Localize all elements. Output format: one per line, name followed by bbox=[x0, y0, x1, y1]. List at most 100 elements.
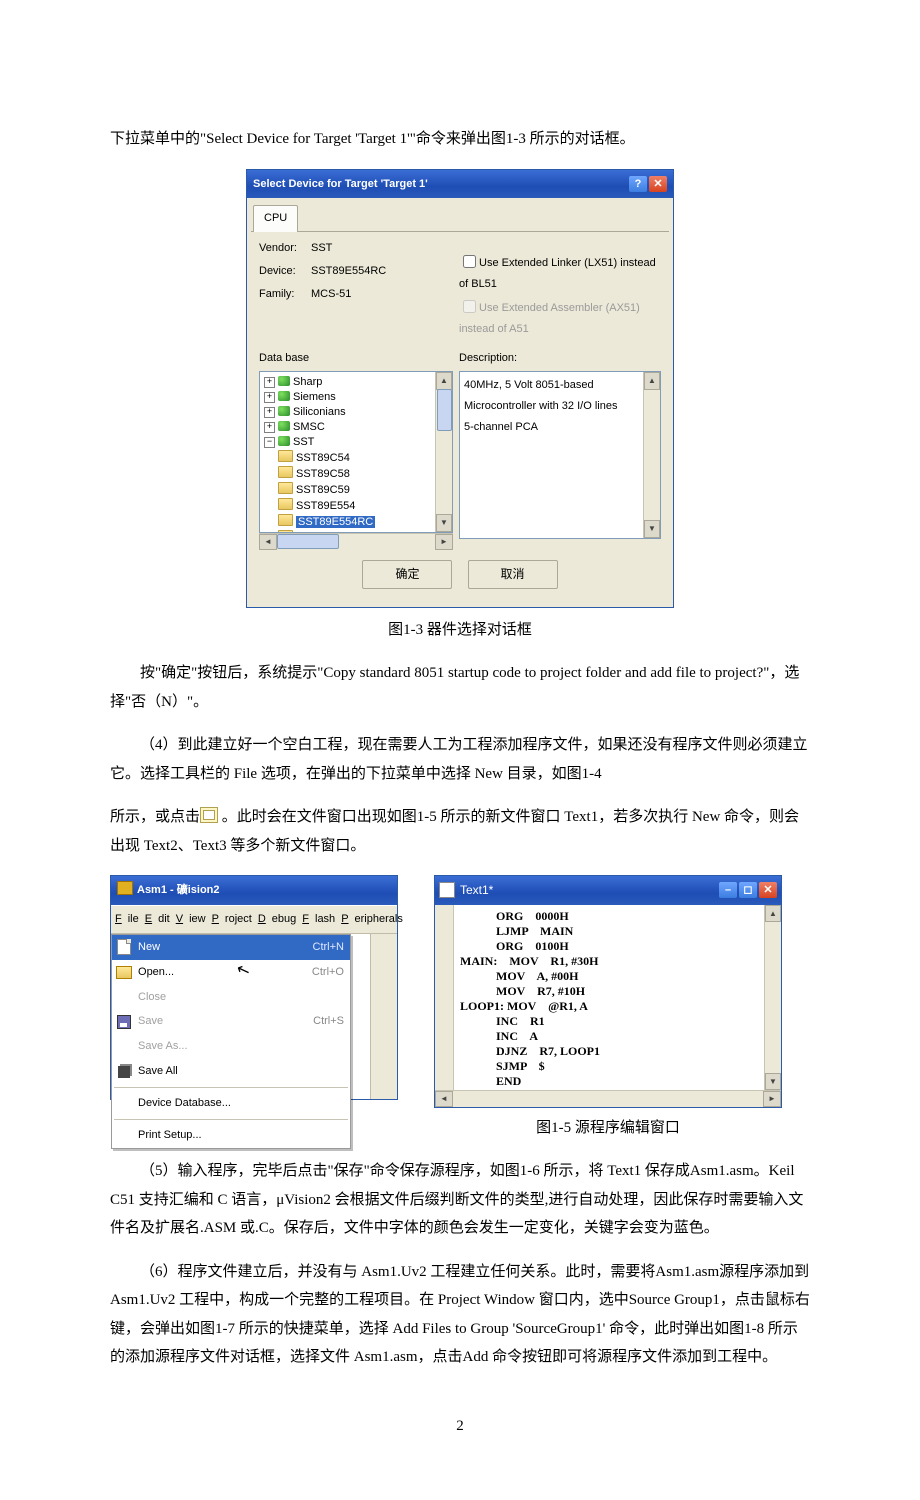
editor-title: Text1* bbox=[460, 879, 493, 902]
chip-icon bbox=[278, 406, 290, 416]
close-button[interactable]: ✕ bbox=[759, 882, 777, 898]
extended-assembler-checkbox: Use Extended Assembler (AX51) instead of… bbox=[459, 297, 661, 340]
menu-bar[interactable]: FileEditViewProjectDebugFlashPeripherals bbox=[111, 905, 397, 934]
cancel-button[interactable]: 取消 bbox=[468, 560, 558, 589]
tree-vertical-scrollbar[interactable]: ▲ ▼ bbox=[435, 372, 452, 532]
page-number: 2 bbox=[110, 1412, 810, 1441]
tree-device[interactable]: SST89E554 bbox=[278, 498, 433, 513]
tab-cpu[interactable]: CPU bbox=[253, 205, 298, 232]
disk-icon bbox=[117, 1015, 131, 1029]
tree-device[interactable]: SST89E554RC bbox=[278, 514, 433, 529]
help-button[interactable]: ? bbox=[629, 176, 647, 192]
close-button[interactable]: ✕ bbox=[649, 176, 667, 192]
menu-item-open[interactable]: Open...Ctrl+O bbox=[112, 960, 350, 985]
scroll-down-icon[interactable]: ▼ bbox=[644, 520, 660, 538]
scroll-down-icon[interactable]: ▼ bbox=[436, 514, 452, 532]
editor-vertical-scrollbar[interactable]: ▲ ▼ bbox=[764, 905, 781, 1090]
description-scrollbar[interactable]: ▲ ▼ bbox=[643, 372, 660, 538]
paragraph-4b: 所示，或点击 。此时会在文件窗口出现如图1-5 所示的新文件窗口 Text1，若… bbox=[110, 803, 810, 860]
minimize-button[interactable]: – bbox=[719, 882, 737, 898]
menu-item-devicedatabase[interactable]: Device Database... bbox=[112, 1091, 350, 1116]
open-icon bbox=[116, 966, 132, 979]
menu-item-printsetup[interactable]: Print Setup... bbox=[112, 1123, 350, 1148]
tree-vendor[interactable]: +Sharp bbox=[264, 375, 433, 389]
menu-item-close: Close bbox=[112, 985, 350, 1010]
multi-icon bbox=[118, 1066, 130, 1078]
menu-item-new[interactable]: NewCtrl+N bbox=[112, 935, 350, 960]
folder-icon bbox=[278, 514, 293, 526]
menu-separator bbox=[114, 1119, 348, 1120]
description-text: 40MHz, 5 Volt 8051-based Microcontroller… bbox=[464, 379, 617, 433]
hscroll-thumb[interactable] bbox=[277, 534, 339, 549]
chip-icon bbox=[278, 391, 290, 401]
scroll-left-icon[interactable]: ◄ bbox=[259, 534, 277, 550]
chip-icon bbox=[278, 436, 290, 446]
figure-1-5: Text1* – ◻ ✕ ORG 0000H LJMP MAIN ORG 010… bbox=[434, 875, 782, 1108]
figure-1-3: Select Device for Target 'Target 1' ? ✕ … bbox=[246, 169, 674, 608]
editor-horizontal-scrollbar[interactable]: ◄ ► bbox=[435, 1090, 781, 1107]
ok-button[interactable]: 确定 bbox=[362, 560, 452, 589]
chip-icon bbox=[278, 421, 290, 431]
dialog-titlebar: Select Device for Target 'Target 1' ? ✕ bbox=[247, 170, 673, 199]
tree-vendor-expanded[interactable]: −SSTSST89C54SST89C58SST89C59SST89E554SST… bbox=[264, 435, 433, 532]
tree-device[interactable]: SST89C59 bbox=[278, 482, 433, 497]
menu-view[interactable]: View bbox=[176, 913, 206, 925]
scroll-thumb[interactable] bbox=[437, 389, 452, 431]
tree-vendor[interactable]: +Siemens bbox=[264, 390, 433, 404]
scroll-right-icon[interactable]: ► bbox=[435, 534, 453, 550]
tree-vendor[interactable]: +Siliconians bbox=[264, 405, 433, 419]
scroll-up-icon[interactable]: ▲ bbox=[765, 905, 781, 922]
paragraph-5: （5）输入程序，完毕后点击"保存"命令保存源程序，如图1-6 所示，将 Text… bbox=[110, 1157, 810, 1243]
extended-linker-checkbox[interactable]: Use Extended Linker (LX51) instead of BL… bbox=[459, 252, 661, 295]
page-icon bbox=[117, 939, 131, 955]
device-value: SST89E554RC bbox=[311, 265, 386, 277]
folder-icon bbox=[278, 530, 293, 532]
paragraph-after-dialog: 按"确定"按钮后，系统提示"Copy standard 8051 startup… bbox=[110, 659, 810, 716]
tab-strip: CPU bbox=[251, 202, 669, 232]
menu-item-saveall[interactable]: Save All bbox=[112, 1059, 350, 1084]
scroll-up-icon[interactable]: ▲ bbox=[436, 372, 452, 390]
description-label: Description: bbox=[459, 348, 661, 369]
figure-1-4: Asm1 - 礦ision2 File Edit View Project Debug F… bbox=[110, 875, 398, 1100]
scroll-left-icon[interactable]: ◄ bbox=[435, 1091, 453, 1107]
tree-device[interactable]: SST89E564 bbox=[278, 530, 433, 532]
file-menu-area: NewCtrl+NOpen...Ctrl+OCloseSaveCtrl+SSav… bbox=[111, 934, 370, 1099]
menu-flash[interactable]: Flash bbox=[302, 913, 335, 925]
file-dropdown-menu[interactable]: NewCtrl+NOpen...Ctrl+OCloseSaveCtrl+SSav… bbox=[111, 934, 351, 1149]
tree-horizontal-scrollbar[interactable]: ◄ ► bbox=[259, 533, 453, 550]
tree-device[interactable]: SST89C58 bbox=[278, 466, 433, 481]
caption-1-3: 图1-3 器件选择对话框 bbox=[110, 616, 810, 645]
paragraph-6: （6）程序文件建立后，并没有与 Asm1.Uv2 工程建立任何关系。此时，需要将… bbox=[110, 1258, 810, 1372]
menu-item-save: SaveCtrl+S bbox=[112, 1009, 350, 1034]
menu-file[interactable]: File bbox=[115, 913, 139, 925]
scroll-right-icon[interactable]: ► bbox=[763, 1091, 781, 1107]
maximize-button[interactable]: ◻ bbox=[739, 882, 757, 898]
uvision-titlebar: Asm1 - 礦ision2 bbox=[111, 876, 397, 905]
menu-separator bbox=[114, 1087, 348, 1088]
menu-item-saveas: Save As... bbox=[112, 1034, 350, 1059]
tree-vendor[interactable]: +SMSC bbox=[264, 420, 433, 434]
device-select-dialog: Select Device for Target 'Target 1' ? ✕ … bbox=[246, 169, 674, 608]
uvision-title: Asm1 - 礦ision2 bbox=[137, 884, 220, 896]
database-label: Data base bbox=[259, 348, 453, 369]
family-label: Family: bbox=[259, 284, 311, 305]
menu-project[interactable]: Project bbox=[212, 913, 252, 925]
family-value: MCS-51 bbox=[311, 288, 351, 300]
scroll-up-icon[interactable]: ▲ bbox=[644, 372, 660, 390]
vendor-value: SST bbox=[311, 242, 332, 254]
description-box: 40MHz, 5 Volt 8051-based Microcontroller… bbox=[459, 371, 661, 539]
device-tree[interactable]: +Sharp+Siemens+Siliconians+SMSC−SSTSST89… bbox=[259, 371, 453, 533]
paragraph-4a: （4）到此建立好一个空白工程，现在需要人工为工程添加程序文件，如果还没有程序文件… bbox=[110, 731, 810, 788]
menu-edit[interactable]: Edit bbox=[145, 913, 170, 925]
tree-device[interactable]: SST89C54 bbox=[278, 450, 433, 465]
dialog-title: Select Device for Target 'Target 1' bbox=[253, 174, 428, 195]
menu-peripherals[interactable]: Peripherals bbox=[341, 913, 403, 925]
folder-icon bbox=[278, 498, 293, 510]
menu-debug[interactable]: Debug bbox=[258, 913, 296, 925]
folder-icon bbox=[278, 450, 293, 462]
editor-text[interactable]: ORG 0000H LJMP MAIN ORG 0100H MAIN: MOV … bbox=[454, 905, 764, 1090]
scroll-down-icon[interactable]: ▼ bbox=[765, 1073, 781, 1090]
app-icon bbox=[117, 881, 133, 895]
folder-icon bbox=[278, 482, 293, 494]
new-file-toolbar-icon bbox=[200, 807, 218, 823]
